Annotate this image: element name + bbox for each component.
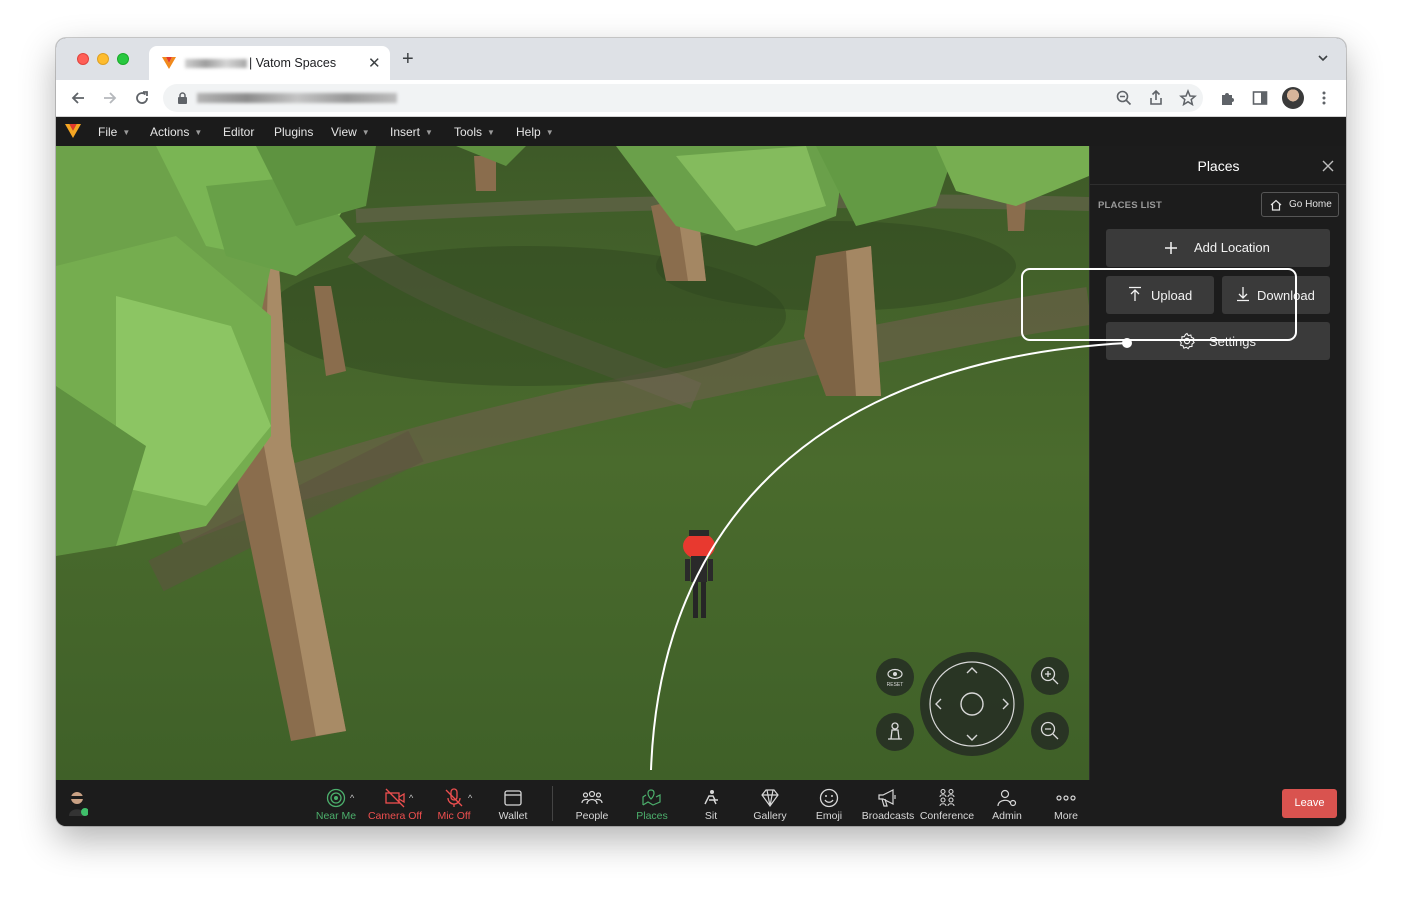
vatom-logo-icon[interactable]: [65, 124, 81, 138]
extensions-puzzle-icon[interactable]: [1219, 89, 1237, 107]
go-home-button[interactable]: Go Home: [1261, 192, 1339, 217]
tab-search-chevron-icon[interactable]: [1317, 52, 1329, 64]
camera-off-icon: [385, 788, 405, 808]
conference-icon: [939, 788, 955, 807]
leave-button[interactable]: Leave: [1282, 789, 1337, 818]
zoom-in-button[interactable]: [1031, 657, 1069, 695]
movement-joystick[interactable]: [920, 652, 1024, 756]
profile-avatar[interactable]: [1282, 87, 1304, 109]
self-avatar[interactable]: [66, 790, 88, 816]
mic-toggle-button[interactable]: ^ Mic Off: [424, 785, 484, 823]
map-places-icon: [642, 789, 661, 806]
panel-divider: [1090, 184, 1346, 185]
wallet-label: Wallet: [498, 810, 528, 822]
lock-icon: [178, 92, 187, 104]
places-panel: Places PLACES LIST Go Home Add Location …: [1089, 146, 1346, 780]
3d-scene-viewport[interactable]: RESET: [56, 146, 1089, 780]
home-icon: [1270, 199, 1282, 211]
browser-toolbar: [56, 80, 1346, 117]
people-icon: [581, 790, 603, 805]
broadcast-signal-icon: [326, 788, 346, 808]
panel-title: Places: [1197, 158, 1240, 174]
close-tab-icon[interactable]: ✕: [368, 54, 381, 72]
plus-icon: [1165, 242, 1177, 254]
redacted-tab-text: [185, 59, 247, 68]
menu-help[interactable]: Help ▼: [516, 125, 554, 139]
smiley-icon: [819, 788, 839, 808]
menu-actions[interactable]: Actions ▼: [150, 125, 202, 139]
menu-tools[interactable]: Tools ▼: [454, 125, 495, 139]
zoom-out-icon: [1040, 721, 1059, 740]
forward-arrow-icon[interactable]: [101, 89, 119, 107]
emoji-button[interactable]: Emoji: [799, 785, 859, 823]
diamond-gallery-icon: [761, 789, 779, 808]
close-icon[interactable]: [1320, 158, 1336, 174]
wallet-icon: [504, 790, 522, 806]
bottom-toolbar: ^ Near Me ^ Camera Off ^ Mic Off Wallet …: [56, 780, 1346, 826]
reset-view-button[interactable]: RESET: [876, 658, 914, 696]
people-button[interactable]: People: [562, 785, 622, 823]
zoom-window-button[interactable]: [117, 53, 129, 65]
minimize-window-button[interactable]: [97, 53, 109, 65]
back-arrow-icon[interactable]: [69, 89, 87, 107]
browser-window: | Vatom Spaces ✕ + File ▼ Actions ▼ Editor…: [56, 38, 1346, 826]
menu-view[interactable]: View ▼: [331, 125, 370, 139]
places-button[interactable]: Places: [622, 785, 682, 823]
camera-toggle-button[interactable]: ^ Camera Off: [365, 785, 425, 823]
menu-file[interactable]: File ▼: [98, 125, 130, 139]
share-icon[interactable]: [1147, 89, 1165, 107]
app-menu-bar: File ▼ Actions ▼ Editor Plugins View ▼ Inse…: [56, 117, 1346, 146]
zoom-in-icon: [1040, 666, 1059, 685]
close-window-button[interactable]: [77, 53, 89, 65]
sit-icon: [704, 790, 718, 805]
bookmark-star-icon[interactable]: [1179, 89, 1197, 107]
admin-button[interactable]: Admin: [977, 785, 1037, 823]
tab-title: | Vatom Spaces: [249, 56, 337, 70]
reload-icon[interactable]: [133, 89, 151, 107]
menu-insert[interactable]: Insert ▼: [390, 125, 433, 139]
address-bar[interactable]: [163, 84, 1203, 112]
browser-menu-icon[interactable]: [1315, 89, 1333, 107]
menu-editor[interactable]: Editor: [223, 125, 254, 139]
person-pin-icon: [888, 722, 902, 740]
near-me-button[interactable]: ^ Near Me: [306, 785, 366, 823]
add-location-label: Add Location: [1194, 240, 1270, 255]
more-button[interactable]: More: [1036, 785, 1096, 823]
vatom-favicon-icon: [162, 57, 176, 69]
settings-highlight-callout: [1021, 268, 1297, 341]
browser-tab[interactable]: | Vatom Spaces ✕: [149, 46, 390, 80]
gallery-button[interactable]: Gallery: [740, 785, 800, 823]
browser-tab-bar: | Vatom Spaces ✕ +: [56, 38, 1346, 80]
toolbar-separator: [552, 786, 553, 821]
broadcasts-button[interactable]: Broadcasts: [858, 785, 918, 823]
chevron-up-icon[interactable]: ^: [350, 793, 354, 803]
joystick-directions-icon: [929, 661, 1015, 747]
wallet-button[interactable]: Wallet: [483, 785, 543, 823]
side-panel-icon[interactable]: [1251, 89, 1269, 107]
eye-icon: [887, 668, 903, 680]
new-tab-button[interactable]: +: [402, 49, 414, 69]
section-label: PLACES LIST: [1098, 200, 1162, 211]
avatar-pose-button[interactable]: [876, 713, 914, 751]
more-dots-icon: [1056, 795, 1076, 801]
redacted-url: [197, 93, 397, 103]
chevron-up-icon[interactable]: ^: [468, 793, 472, 803]
zoom-out-icon[interactable]: [1115, 89, 1133, 107]
menu-plugins[interactable]: Plugins: [274, 125, 313, 139]
go-home-label: Go Home: [1289, 199, 1332, 210]
megaphone-icon: [878, 789, 896, 807]
sit-button[interactable]: Sit: [681, 785, 741, 823]
reset-label: RESET: [886, 682, 904, 688]
conference-button[interactable]: Conference: [917, 785, 977, 823]
more-label: More: [1054, 810, 1078, 822]
add-location-button[interactable]: Add Location: [1106, 229, 1330, 267]
chevron-up-icon[interactable]: ^: [409, 793, 413, 803]
admin-user-gear-icon: [997, 789, 1017, 807]
mic-off-icon: [445, 788, 463, 807]
zoom-out-button[interactable]: [1031, 712, 1069, 750]
